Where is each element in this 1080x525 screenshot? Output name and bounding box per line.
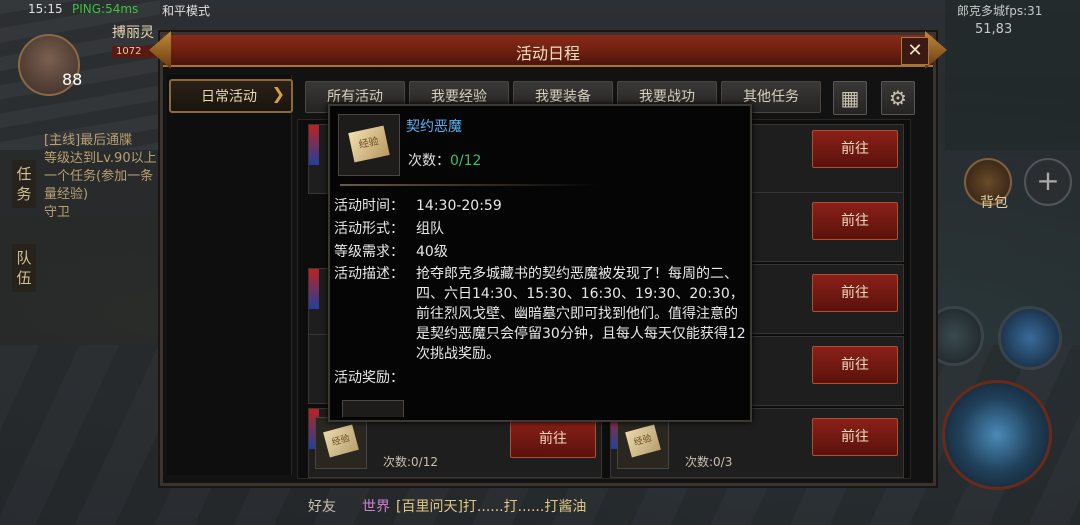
nav-item-daily[interactable]: 日常活动 ❯ — [169, 79, 293, 113]
go-button[interactable]: 前往 — [812, 130, 898, 168]
go-button[interactable]: 前往 — [812, 274, 898, 312]
reward-key: 活动奖励： — [334, 370, 404, 386]
ribbon-badge — [309, 125, 319, 165]
clock-time: 15:15 — [28, 2, 63, 16]
minimap-title: 郎克多城fps:31 — [957, 4, 1043, 18]
go-button[interactable]: 前往 — [812, 346, 898, 384]
nav-item-label: 日常活动 — [201, 89, 257, 105]
form-key: 活动形式： — [334, 221, 404, 237]
go-button[interactable]: 前往 — [812, 202, 898, 240]
side-tab-team[interactable]: 队伍 — [12, 244, 36, 292]
exp-scroll-icon: 经验 — [338, 114, 400, 176]
minimap-coords: 51,83 — [975, 22, 1013, 37]
form-value: 组队 — [416, 221, 444, 237]
quest-tracker[interactable]: [主线]最后通牒 等级达到Lv.90以上一个任务(参加一条量经验) 守卫 — [44, 132, 164, 222]
desc-key: 活动描述： — [334, 266, 404, 282]
reward-item-slot — [342, 400, 404, 417]
quest-guard: 守卫 — [44, 205, 71, 220]
level-value: 40级 — [416, 244, 448, 260]
attack-skill-icon[interactable] — [942, 380, 1052, 490]
level-key: 等级需求： — [334, 244, 404, 260]
activity-count: 次数:0/3 — [685, 455, 733, 469]
dialog-titlebar: 活动日程 ✕ — [149, 31, 947, 69]
time-key: 活动时间： — [334, 198, 404, 214]
quest-title: [主线]最后通牒 — [44, 133, 133, 148]
chevron-right-icon: ❯ — [271, 84, 285, 103]
chat-bar[interactable]: 好友 世界 [百里问天]打......打......打酱油 — [300, 492, 630, 518]
divider — [340, 184, 600, 186]
activity-tooltip: 经验 契约恶魔 次数：0/12 活动时间： 14:30-20:59 活动形式： … — [328, 104, 752, 422]
activity-count: 次数：0/12 — [408, 153, 482, 169]
ribbon-badge — [309, 269, 319, 309]
status-bar: 15:15 PING:54ms 和平模式 — [0, 0, 300, 18]
skill-icon[interactable] — [998, 306, 1062, 370]
time-value: 14:30-20:59 — [416, 198, 502, 214]
player-name: 搏丽灵 — [112, 25, 154, 41]
side-tab-task[interactable]: 任务 — [12, 160, 36, 208]
dialog-title: 活动日程 — [515, 44, 580, 63]
activity-name: 契约恶魔 — [406, 119, 462, 135]
quest-desc: 等级达到Lv.90以上一个任务(参加一条量经验) — [44, 151, 157, 202]
bag-label: 背包 — [980, 195, 1008, 211]
ping-text: PING:54ms — [72, 2, 139, 16]
chat-friend-tab[interactable]: 好友 — [308, 496, 336, 516]
chat-message: [百里问天]打......打......打酱油 — [396, 499, 587, 515]
exp-scroll-icon: 经验 — [617, 417, 669, 469]
go-button[interactable]: 前往 — [812, 418, 898, 456]
pk-mode[interactable]: 和平模式 — [162, 2, 210, 19]
calendar-icon[interactable]: ▦ — [833, 81, 867, 115]
chat-channel: 世界 — [362, 499, 390, 515]
go-button[interactable]: 前往 — [510, 420, 596, 458]
settings-gear-icon[interactable]: ⚙ — [881, 81, 915, 115]
exp-scroll-icon: 经验 — [315, 417, 367, 469]
close-icon[interactable]: ✕ — [901, 37, 929, 65]
player-level: 88 — [62, 70, 83, 89]
activity-count: 次数:0/12 — [383, 455, 438, 469]
minimap[interactable]: 郎克多城fps:31 51,83 — [945, 0, 1080, 150]
category-nav: 日常活动 ❯ — [167, 75, 293, 475]
desc-value: 抢夺郎克多城藏书的契约恶魔被发现了！每周的二、四、六日14:30、15:30、1… — [416, 266, 746, 362]
expand-plus-icon[interactable]: + — [1024, 158, 1072, 206]
